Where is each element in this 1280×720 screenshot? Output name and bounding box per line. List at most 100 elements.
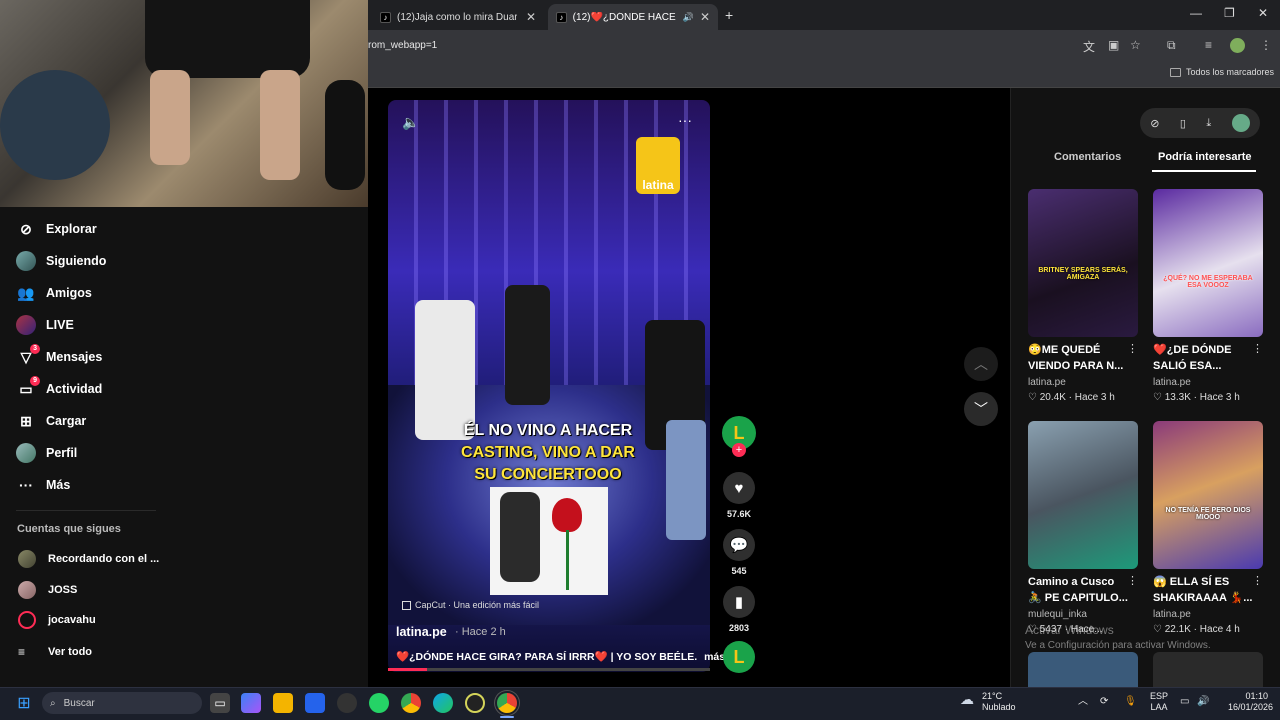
- inbox-icon: ▭ 9: [16, 376, 40, 399]
- follow-plus-icon[interactable]: +: [732, 443, 746, 457]
- network-icon[interactable]: ▭: [1180, 696, 1189, 707]
- volume-icon[interactable]: 🔊: [1197, 696, 1209, 707]
- chrome-icon[interactable]: [497, 693, 517, 713]
- restore-icon[interactable]: ❐: [1224, 6, 1235, 20]
- close-window-icon[interactable]: ✕: [1258, 6, 1268, 20]
- tab-1[interactable]: ♪ (12)Jaja como lo mira Duarte a ✕: [372, 4, 544, 30]
- sync-icon[interactable]: ⟳: [1100, 696, 1108, 707]
- card-title[interactable]: Camino a Cusco 🚴 PE CAPITULO...: [1028, 574, 1128, 606]
- extensions-icon[interactable]: ⧉: [1167, 38, 1176, 53]
- sticker-person: [500, 492, 540, 582]
- download-icon[interactable]: ⤓: [1206, 117, 1211, 130]
- cast-icon[interactable]: ▣: [1108, 38, 1119, 52]
- volume-icon[interactable]: 🔈: [402, 114, 419, 131]
- comment-button[interactable]: 💬 545: [722, 529, 756, 576]
- translate-icon[interactable]: 文: [1083, 38, 1095, 55]
- chevron-up-icon[interactable]: ︿: [1078, 696, 1088, 707]
- card-title[interactable]: 😳ME QUEDÉ VIENDO PARA N...: [1028, 342, 1128, 374]
- sidebar-item-mensajes[interactable]: ▽ 3 Mensajes: [16, 344, 102, 367]
- copilot-icon[interactable]: [241, 693, 261, 713]
- edge-icon[interactable]: [433, 693, 453, 713]
- speaker-icon[interactable]: 🔊: [683, 12, 694, 23]
- sidebar-item-cargar[interactable]: ⊞ Cargar: [16, 411, 86, 431]
- card-source[interactable]: mulequi_inka: [1028, 609, 1087, 620]
- sidebar-item-mas[interactable]: ··· Más: [16, 475, 70, 495]
- chrome-icon[interactable]: [401, 693, 421, 713]
- see-all-link[interactable]: ≡ Ver todo: [18, 645, 92, 659]
- close-tab-icon[interactable]: ✕: [526, 10, 536, 24]
- cloud-icon[interactable]: ☁: [960, 692, 974, 706]
- store-icon[interactable]: [305, 693, 325, 713]
- new-tab-icon[interactable]: +: [725, 7, 733, 23]
- profile-avatar[interactable]: [1230, 38, 1245, 53]
- menu-icon[interactable]: ⋮: [1260, 38, 1272, 52]
- webcam-overlay: [0, 0, 368, 207]
- card-source[interactable]: latina.pe: [1028, 377, 1066, 388]
- active-tab-indicator: [1152, 170, 1256, 172]
- tiktok-icon: ♪: [556, 11, 567, 23]
- mic-icon[interactable]: 🎙: [1124, 696, 1137, 707]
- microphone-image: [325, 80, 365, 190]
- minimize-icon[interactable]: —: [1190, 6, 1202, 20]
- app-icon[interactable]: [337, 693, 357, 713]
- sidebar-item-siguiendo[interactable]: Siguiendo: [16, 251, 106, 271]
- avatar[interactable]: [1231, 114, 1250, 132]
- video-thumbnail[interactable]: ¿QUÉ? NO ME ESPERABA ESA VOOOZ: [1153, 189, 1263, 337]
- sidebar-item-perfil[interactable]: Perfil: [16, 443, 77, 463]
- sidebar-item-actividad[interactable]: ▭ 9 Actividad: [16, 376, 102, 399]
- plus-square-icon: ⊞: [20, 412, 32, 429]
- whatsapp-icon[interactable]: [369, 693, 389, 713]
- all-bookmarks[interactable]: Todos los marcadores: [1170, 67, 1274, 77]
- card-title[interactable]: ❤️¿DE DÓNDE SALIÓ ESA...: [1153, 342, 1253, 374]
- performer: [505, 285, 550, 405]
- more-vertical-icon[interactable]: ⋮: [1252, 342, 1263, 355]
- account-item[interactable]: jocavahu: [18, 611, 96, 629]
- video-thumbnail[interactable]: [1028, 652, 1138, 687]
- compass-icon: ⊘: [20, 220, 32, 237]
- taskbar-search[interactable]: ⌕ Buscar: [42, 692, 202, 714]
- creator-avatar[interactable]: L +: [722, 416, 756, 457]
- sidebar-item-amigos[interactable]: 👥 Amigos: [16, 283, 92, 303]
- video-thumbnail[interactable]: NO TENÍA FE PERO DIOS MIOOO: [1153, 421, 1263, 569]
- phone-icon[interactable]: ▯: [1180, 117, 1186, 130]
- like-button[interactable]: ♥ 57.6K: [722, 472, 756, 519]
- video-thumbnail[interactable]: BRITNEY SPEARS SERÁS, AMIGAZA: [1028, 189, 1138, 337]
- file-explorer-icon[interactable]: [273, 693, 293, 713]
- video-thumbnail[interactable]: [1153, 652, 1263, 687]
- tab-recommended[interactable]: Podría interesarte: [1158, 151, 1252, 163]
- more-options-icon[interactable]: ···: [678, 112, 692, 128]
- weather-widget[interactable]: 21°C Nublado: [982, 691, 1016, 713]
- url-text[interactable]: rom_webapp=1: [368, 40, 437, 51]
- close-tab-icon[interactable]: ✕: [700, 10, 710, 24]
- sidebar-item-live[interactable]: LIVE: [16, 315, 74, 335]
- people-icon: 👥: [17, 284, 35, 301]
- account-item[interactable]: JOSS: [18, 581, 77, 599]
- tab-2[interactable]: ♪ (12)❤️¿DÓNDE HACE GIRA 🔊 ✕: [548, 4, 718, 30]
- more-vertical-icon[interactable]: ⋮: [1127, 574, 1138, 587]
- star-icon[interactable]: ☆: [1130, 38, 1141, 52]
- card-title[interactable]: 😱 ELLA SÍ ES SHAKIRAAAA 💃...: [1153, 574, 1253, 606]
- card-source[interactable]: latina.pe: [1153, 609, 1191, 620]
- more-vertical-icon[interactable]: ⋮: [1127, 342, 1138, 355]
- previous-video-button[interactable]: ︿: [964, 347, 998, 381]
- windows-start-icon[interactable]: ⊞: [14, 693, 34, 713]
- app-icon[interactable]: [465, 693, 485, 713]
- clock[interactable]: 01:10 16/01/2026: [1228, 691, 1273, 713]
- save-button[interactable]: ▮ 2803: [722, 586, 756, 633]
- account-item[interactable]: Recordando con el ...: [18, 550, 159, 568]
- video-author[interactable]: latina.pe: [396, 625, 447, 639]
- media-icon[interactable]: ≡: [1205, 38, 1212, 52]
- tab-comments[interactable]: Comentarios: [1054, 151, 1121, 163]
- chair-image: [0, 70, 110, 180]
- progress-bar[interactable]: [388, 668, 710, 671]
- next-video-button[interactable]: ﹀: [964, 392, 998, 426]
- task-view-icon[interactable]: ▭: [210, 693, 230, 713]
- language-indicator[interactable]: ESP LAA: [1150, 691, 1168, 713]
- video-thumbnail[interactable]: [1028, 421, 1138, 569]
- sound-button[interactable]: L: [722, 641, 756, 673]
- card-source[interactable]: latina.pe: [1153, 377, 1191, 388]
- sidebar-item-explorar[interactable]: ⊘ Explorar: [16, 219, 97, 239]
- compass-icon[interactable]: ⊘: [1150, 117, 1159, 130]
- capcut-tag[interactable]: CapCut · Una edición más fácil: [402, 600, 539, 610]
- more-vertical-icon[interactable]: ⋮: [1252, 574, 1263, 587]
